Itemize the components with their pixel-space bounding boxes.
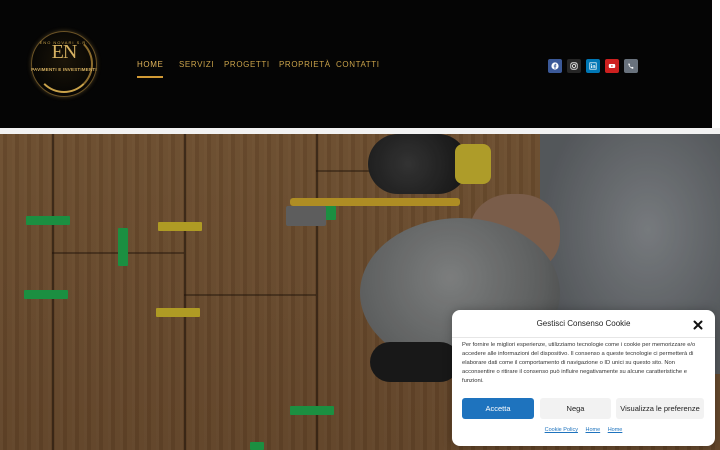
cookie-title: Gestisci Consenso Cookie (536, 319, 631, 328)
accept-button[interactable]: Accetta (462, 398, 534, 419)
nav-home[interactable]: HOME (137, 60, 164, 78)
nav-proprieta[interactable]: PROPRIETÀ (279, 60, 331, 76)
facebook-icon[interactable] (548, 59, 562, 73)
home-link[interactable]: Home (585, 427, 600, 433)
close-icon[interactable] (692, 318, 704, 330)
logo-monogram: EN (51, 41, 78, 63)
youtube-icon[interactable] (605, 59, 619, 73)
cookie-message: Per fornire le migliori esperienze, util… (462, 342, 696, 384)
deny-button[interactable]: Nega (540, 398, 611, 419)
linkedin-icon[interactable] (586, 59, 600, 73)
scrollbar-gutter (712, 0, 720, 128)
cookie-links: Cookie Policy Home Home (452, 427, 715, 433)
nav-progetti[interactable]: PROGETTI (224, 60, 270, 76)
cookie-policy-link[interactable]: Cookie Policy (545, 427, 578, 433)
nav-servizi[interactable]: SERVIZI (179, 60, 214, 76)
cookie-divider (452, 337, 715, 338)
home-link[interactable]: Home (608, 427, 623, 433)
site-header: ENO NOVARI S.R. EN PAVIMENTI E INVESTIME… (0, 0, 712, 128)
phone-icon[interactable] (624, 59, 638, 73)
logo-tagline: PAVIMENTI E INVESTIMENTI (31, 67, 97, 72)
view-preferences-button[interactable]: Visualizza le preferenze (616, 398, 704, 419)
instagram-icon[interactable] (567, 59, 581, 73)
cookie-consent-dialog: Gestisci Consenso Cookie Per fornire le … (452, 310, 715, 446)
nav-contatti[interactable]: CONTATTI (336, 60, 380, 76)
